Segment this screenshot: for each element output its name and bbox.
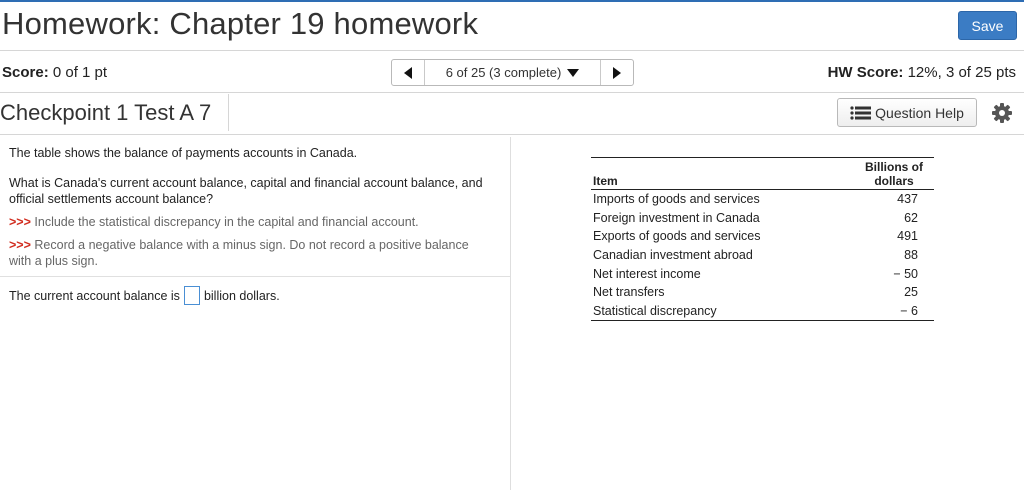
table-header: Item Billions of dollars <box>591 158 934 190</box>
table-row: Statistical discrepancy − 6 <box>591 302 934 321</box>
triangle-right-icon <box>613 66 621 79</box>
answer-suffix: billion dollars. <box>203 288 280 303</box>
question-title: Checkpoint 1 Test A 7 <box>0 100 212 125</box>
row-item: Exports of goods and services <box>593 229 761 244</box>
gear-icon[interactable] <box>991 102 1013 124</box>
row-value: 62 <box>904 210 918 225</box>
row-item: Statistical discrepancy <box>593 303 717 318</box>
row-value: 491 <box>897 229 918 244</box>
column-header-value: Billions of dollars <box>854 160 934 188</box>
triangle-down-icon <box>567 68 580 77</box>
question-help-button[interactable]: Question Help <box>837 98 977 127</box>
page-title: Homework: Chapter 19 homework <box>2 6 479 41</box>
hw-score-value: 12%, 3 of 25 pts <box>907 64 1016 81</box>
save-button[interactable]: Save <box>958 11 1017 40</box>
triangle-left-icon <box>404 66 412 79</box>
hint-statistical-discrepancy: >>> Include the statistical discrepancy … <box>9 214 504 230</box>
pane-divider <box>510 137 511 490</box>
score-value: 0 of 1 pt <box>52 64 108 81</box>
question-help-label: Question Help <box>875 104 964 121</box>
hw-score-label: HW Score: <box>827 64 904 81</box>
row-value: 88 <box>904 248 918 263</box>
divider <box>0 134 1024 135</box>
current-account-balance-input[interactable] <box>183 286 200 305</box>
row-value: 437 <box>897 192 918 207</box>
row-item: Net transfers <box>593 285 665 300</box>
column-header-item: Item <box>593 174 618 188</box>
question-prompt: What is Canada's current account balance… <box>9 176 483 206</box>
score: Score: 0 of 1 pt <box>2 64 107 81</box>
column-header-value-line: Billions of <box>865 160 923 174</box>
divider <box>0 92 1024 93</box>
row-item: Imports of goods and services <box>593 192 760 207</box>
row-item: Net interest income <box>593 266 701 281</box>
hint-marker: >>> <box>9 215 31 229</box>
table-row: Exports of goods and services 491 <box>591 227 934 246</box>
list-icon <box>850 105 872 120</box>
column-header-value-line: dollars <box>874 174 914 188</box>
question-select-dropdown[interactable]: 6 of 25 (3 complete) <box>425 60 600 85</box>
hint-text: Record a negative balance with a minus s… <box>9 238 469 268</box>
previous-question-button[interactable] <box>392 60 425 85</box>
hint-text: Include the statistical discrepancy in t… <box>34 215 419 229</box>
hint-marker: >>> <box>9 238 31 252</box>
table-row: Foreign investment in Canada 62 <box>591 209 934 228</box>
row-item: Foreign investment in Canada <box>593 210 760 225</box>
hint-sign-rule: >>> Record a negative balance with a min… <box>9 237 479 269</box>
row-value: − 6 <box>900 303 918 318</box>
question-navigator: 6 of 25 (3 complete) <box>391 59 634 86</box>
question-intro: The table shows the balance of payments … <box>9 146 358 160</box>
score-label: Score: <box>2 64 49 81</box>
table-row: Imports of goods and services 437 <box>591 190 934 209</box>
row-value: − 50 <box>893 266 918 281</box>
table-row: Net transfers 25 <box>591 283 934 302</box>
answer-sentence: The current account balance is billion d… <box>9 286 280 305</box>
balance-of-payments-table: Item Billions of dollars Imports of good… <box>591 157 934 322</box>
hw-score: HW Score: 12%, 3 of 25 pts <box>828 64 1016 81</box>
table-row: Canadian investment abroad 88 <box>591 246 934 265</box>
answer-prefix: The current account balance is <box>9 288 180 303</box>
divider <box>228 94 229 131</box>
divider <box>0 276 510 277</box>
row-value: 25 <box>904 285 918 300</box>
next-question-button[interactable] <box>600 60 633 85</box>
question-position: 6 of 25 (3 complete) <box>445 65 562 80</box>
row-item: Canadian investment abroad <box>593 248 753 263</box>
divider <box>0 50 1024 51</box>
top-accent-bar <box>0 0 1024 2</box>
table-row: Net interest income − 50 <box>591 264 934 283</box>
